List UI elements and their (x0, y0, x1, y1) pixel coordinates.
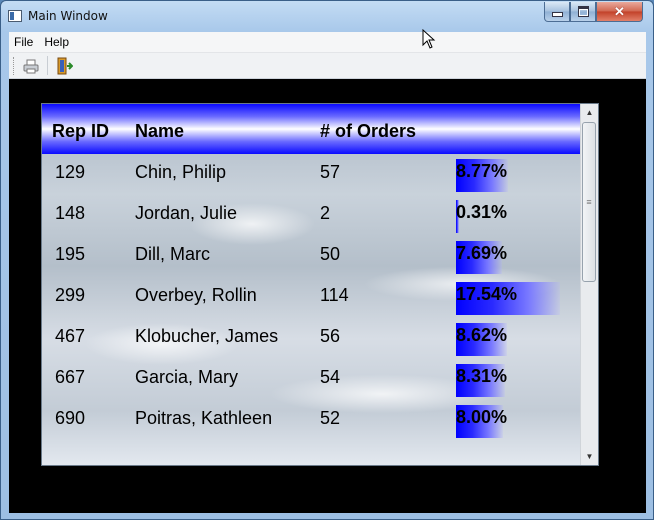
percent-label: 7.69% (456, 243, 508, 263)
maximize-button[interactable] (570, 2, 596, 22)
orders-cell: 56 (320, 326, 341, 346)
table-row[interactable]: 148 Jordan, Julie 2 0.31% (42, 200, 580, 241)
toolbar (9, 53, 646, 79)
toolbar-grip[interactable] (13, 57, 16, 75)
percent-label: 17.54% (456, 284, 518, 304)
table-row[interactable]: 690 Poitras, Kathleen 52 8.00% (42, 405, 580, 446)
vertical-scrollbar[interactable]: ▲ ≡ ▼ (580, 104, 598, 465)
rep-id-cell: 129 (55, 162, 86, 182)
orders-cell: 50 (320, 244, 341, 264)
orders-cell: 114 (320, 285, 349, 305)
orders-cell: 2 (320, 203, 331, 223)
toolbar-separator (47, 56, 48, 75)
list-header: Rep ID Name # of Orders (42, 104, 580, 154)
window-title: Main Window (28, 9, 108, 23)
client-area: Rep ID Name # of Orders 129 Chin, Philip… (9, 79, 646, 513)
percent-label: 8.77% (456, 161, 508, 181)
table-row[interactable]: 195 Dill, Marc 50 7.69% (42, 241, 580, 282)
table-row[interactable]: 467 Klobucher, James 56 8.62% (42, 323, 580, 364)
header-name[interactable]: Name (135, 121, 184, 142)
percent-label: 8.00% (456, 407, 508, 427)
percent-label: 8.31% (456, 366, 508, 386)
minimize-icon (551, 12, 563, 17)
header-rep-id[interactable]: Rep ID (52, 121, 109, 142)
main-window: Main Window ✕ File Help Rep ID Name # of… (0, 0, 654, 520)
scroll-up-arrow-icon[interactable]: ▲ (581, 104, 598, 121)
menu-bar: File Help (9, 32, 646, 53)
app-window-icon[interactable] (8, 10, 22, 22)
header-orders[interactable]: # of Orders (320, 121, 416, 142)
exit-button[interactable] (54, 56, 76, 76)
print-icon (23, 59, 39, 73)
rep-id-cell: 690 (55, 408, 86, 428)
name-cell: Chin, Philip (135, 162, 227, 182)
name-cell: Garcia, Mary (135, 367, 239, 387)
table-row[interactable]: 667 Garcia, Mary 54 8.31% (42, 364, 580, 405)
rep-id-cell: 299 (55, 285, 86, 305)
title-bar[interactable]: Main Window ✕ (1, 1, 653, 31)
rep-id-cell: 148 (55, 203, 86, 223)
close-button[interactable]: ✕ (596, 2, 643, 22)
sales-rep-list[interactable]: Rep ID Name # of Orders 129 Chin, Philip… (41, 103, 599, 466)
rep-id-cell: 467 (55, 326, 86, 346)
mouse-cursor-icon (422, 29, 436, 49)
table-row[interactable]: 129 Chin, Philip 57 8.77% (42, 159, 580, 200)
percent-label: 0.31% (456, 202, 508, 222)
rep-id-cell: 195 (55, 244, 86, 264)
scroll-down-arrow-icon[interactable]: ▼ (581, 448, 598, 465)
scroll-thumb[interactable]: ≡ (582, 122, 596, 282)
orders-cell: 54 (320, 367, 341, 387)
orders-cell: 52 (320, 408, 341, 428)
table-row[interactable]: 299 Overbey, Rollin 114 17.54% (42, 282, 580, 323)
name-cell: Klobucher, James (135, 326, 279, 346)
name-cell: Poitras, Kathleen (135, 408, 273, 428)
minimize-button[interactable] (544, 2, 570, 22)
menu-file[interactable]: File (9, 35, 39, 49)
menu-help[interactable]: Help (39, 35, 75, 49)
print-button[interactable] (20, 56, 42, 76)
close-icon: ✕ (614, 3, 625, 19)
maximize-icon (577, 6, 589, 17)
name-cell: Jordan, Julie (135, 203, 238, 223)
percent-label: 8.62% (456, 325, 508, 345)
orders-cell: 57 (320, 162, 341, 182)
rep-id-cell: 667 (55, 367, 86, 387)
name-cell: Dill, Marc (135, 244, 210, 264)
exit-door-icon (57, 57, 73, 75)
name-cell: Overbey, Rollin (135, 285, 257, 305)
